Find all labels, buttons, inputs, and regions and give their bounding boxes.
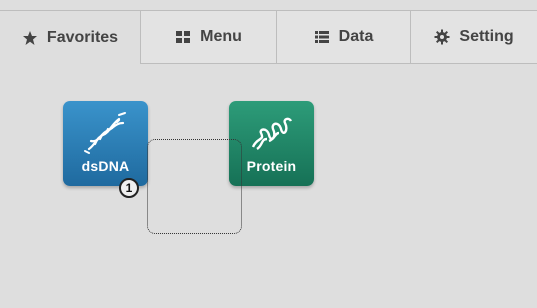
tab-setting[interactable]: Setting <box>410 10 537 64</box>
protein-helix-icon <box>251 117 292 150</box>
tab-label: Setting <box>459 28 514 45</box>
app-label: Protein <box>246 158 297 174</box>
star-icon <box>22 30 37 45</box>
app-label: dsDNA <box>81 158 130 174</box>
dna-helix-icon <box>83 112 126 154</box>
dsdna-app-button[interactable]: dsDNA <box>63 101 148 186</box>
tab-favorites[interactable]: Favorites <box>0 10 140 64</box>
tab-label: Menu <box>200 28 242 45</box>
gear-icon <box>434 29 450 45</box>
empty-drop-slot[interactable] <box>147 139 242 234</box>
tab-data[interactable]: Data <box>276 10 410 64</box>
step-badge: 1 <box>119 178 139 198</box>
grid-icon <box>176 31 191 43</box>
list-icon <box>314 31 329 43</box>
tab-label: Data <box>338 28 374 45</box>
tab-menu[interactable]: Menu <box>140 10 276 64</box>
tab-bar: Favorites Menu Data Setting <box>0 10 537 64</box>
tab-label: Favorites <box>46 28 119 46</box>
